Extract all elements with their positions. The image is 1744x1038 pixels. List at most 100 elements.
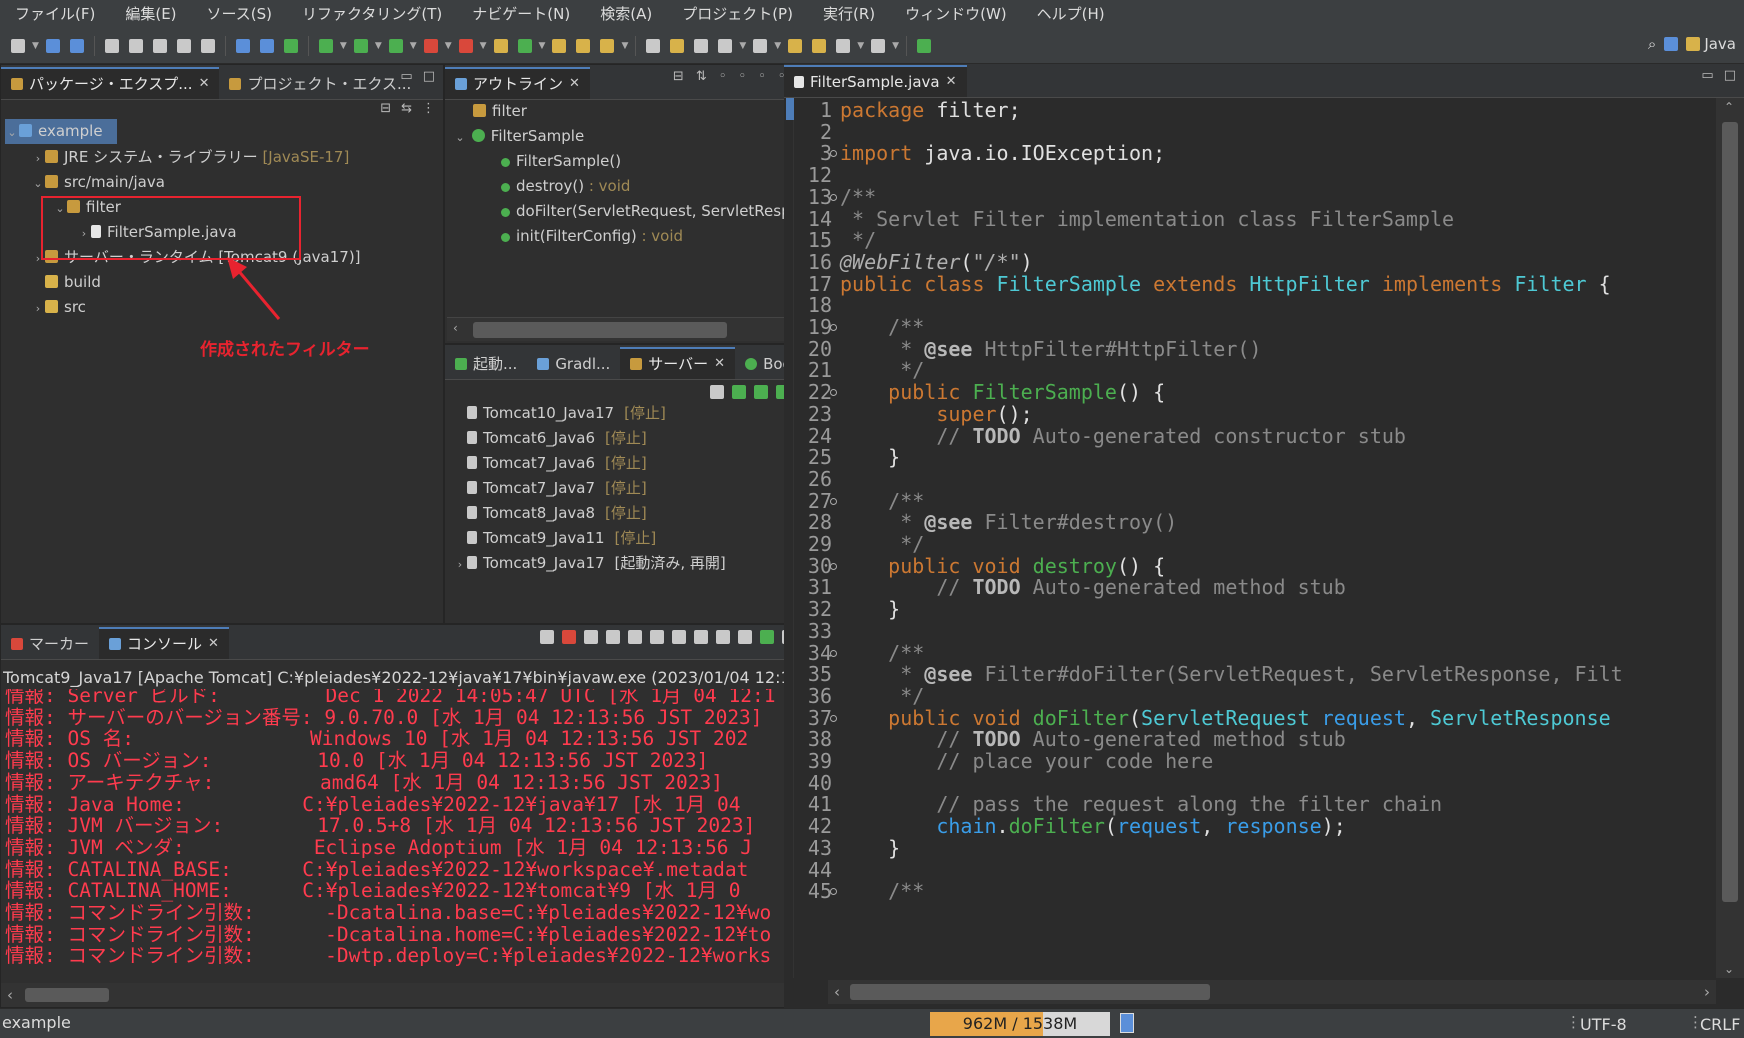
chevron-down-icon[interactable]: ⌄ <box>453 125 467 150</box>
chevron-down-icon[interactable]: ▼ <box>340 41 347 51</box>
pin-console-icon[interactable] <box>738 629 753 644</box>
spring-icon[interactable] <box>283 38 298 53</box>
scroll-lock-icon[interactable] <box>650 629 665 644</box>
menu-item[interactable]: ナビゲート(N) <box>457 0 585 28</box>
new-console-icon[interactable] <box>760 629 775 644</box>
save-icon[interactable] <box>45 38 60 53</box>
chevron-down-icon[interactable]: ▼ <box>410 41 417 51</box>
editor-hscrollbar[interactable]: ‹ › <box>828 980 1716 1004</box>
chevron-down-icon[interactable]: ▼ <box>774 41 781 51</box>
terminate-icon[interactable] <box>562 629 577 644</box>
remove-all-icon[interactable] <box>606 629 621 644</box>
garbage-collect-icon[interactable] <box>1120 1013 1134 1033</box>
tab-launch[interactable]: 起動... <box>445 349 527 379</box>
clear-console-icon[interactable] <box>628 629 643 644</box>
debug-icon[interactable] <box>318 38 333 53</box>
next-annotation-icon[interactable] <box>646 38 661 53</box>
run-icon[interactable] <box>353 38 368 53</box>
tab-servers[interactable]: サーバー ✕ <box>620 347 736 379</box>
block-selection-icon[interactable] <box>694 38 709 53</box>
server-item[interactable]: Tomcat8_Java8 [停止] <box>453 501 647 526</box>
view-menu-icon[interactable]: ⋮ <box>422 101 435 116</box>
link-editor-icon[interactable]: ⇆ <box>401 101 412 116</box>
tab-package-explorer[interactable]: パッケージ・エクスプ... ✕ <box>1 67 220 99</box>
outline-item-package[interactable]: filter <box>473 99 527 124</box>
hide-nonpublic-icon[interactable]: ◦ <box>758 69 766 84</box>
fold-toggle-icon[interactable] <box>830 389 837 397</box>
chevron-down-icon[interactable]: ⌄ <box>1724 962 1734 976</box>
perspective-java-label[interactable]: Java <box>1704 35 1736 53</box>
scroll-thumb[interactable] <box>1722 122 1738 902</box>
menu-item[interactable]: 検索(A) <box>585 0 667 28</box>
chevron-right-icon[interactable]: › <box>31 296 45 321</box>
collapse-all-icon[interactable]: ⊟ <box>380 101 391 116</box>
editor-vscrollbar[interactable]: ⌃ ⌄ <box>1716 98 1744 978</box>
chevron-down-icon[interactable]: ▼ <box>375 41 382 51</box>
outline-item-constructor[interactable]: FilterSample() <box>501 149 621 174</box>
chevron-right-icon[interactable]: › <box>31 146 45 171</box>
menu-item[interactable]: ウィンドウ(W) <box>890 0 1022 28</box>
paragraph-icon[interactable] <box>200 38 215 53</box>
sort-icon[interactable]: ⇅ <box>696 69 707 84</box>
tree-item-jre-library[interactable]: › JRE システム・ライブラリー [JavaSE-17] <box>31 145 350 171</box>
chevron-down-icon[interactable]: ▼ <box>739 41 746 51</box>
start-server-icon[interactable] <box>754 385 768 399</box>
external-tools-icon[interactable] <box>458 38 473 53</box>
chevron-down-icon[interactable]: ▼ <box>445 41 452 51</box>
open-type-icon[interactable] <box>552 38 567 53</box>
maximize-icon[interactable]: □ <box>423 69 435 84</box>
brush-icon[interactable] <box>600 38 615 53</box>
close-icon[interactable]: ✕ <box>946 67 957 97</box>
menu-item[interactable]: ヘルプ(H) <box>1022 0 1120 28</box>
hide-fields-icon[interactable]: ◦ <box>719 69 727 84</box>
edit-icon[interactable] <box>128 38 143 53</box>
new-class-icon[interactable] <box>517 38 532 53</box>
close-icon[interactable]: ✕ <box>714 349 725 379</box>
nav-forward-icon[interactable] <box>871 38 886 53</box>
fold-toggle-icon[interactable] <box>830 497 837 505</box>
settings-icon[interactable] <box>259 38 274 53</box>
server-item[interactable]: Tomcat9_Java11 [停止] <box>453 526 656 551</box>
tree-item-src-main-java[interactable]: ⌄ src/main/java <box>31 170 165 195</box>
collapse-all-icon[interactable]: ⊟ <box>673 69 684 84</box>
chevron-down-icon[interactable]: ⌄ <box>5 120 19 145</box>
fold-toggle-icon[interactable] <box>830 714 837 722</box>
tab-project-explorer[interactable]: プロジェクト・エクス... <box>219 69 421 99</box>
copy-icon[interactable] <box>152 38 167 53</box>
outline-item-init[interactable]: init(FilterConfig) : void <box>501 224 683 249</box>
chevron-down-icon[interactable]: ▼ <box>621 41 628 51</box>
fold-toggle-icon[interactable] <box>830 324 837 331</box>
chevron-down-icon[interactable]: ▼ <box>480 41 487 51</box>
fold-toggle-icon[interactable] <box>830 888 837 896</box>
chevron-right-icon[interactable]: › <box>453 552 467 577</box>
word-wrap-icon[interactable] <box>672 629 687 644</box>
scroll-thumb[interactable] <box>850 984 1210 1000</box>
save-all-icon[interactable] <box>69 38 84 53</box>
format-icon[interactable] <box>176 38 191 53</box>
close-icon[interactable]: ✕ <box>208 629 219 659</box>
tab-console[interactable]: コンソール ✕ <box>99 627 229 659</box>
menu-item[interactable]: 実行(R) <box>808 0 890 28</box>
server-item[interactable]: Tomcat6_Java6 [停止] <box>453 426 647 451</box>
tab-markers[interactable]: マーカー <box>1 629 99 659</box>
tab-filtersample-java[interactable]: FilterSample.java ✕ <box>784 65 967 97</box>
tree-item-build[interactable]: build <box>31 270 101 295</box>
chevron-right-icon[interactable]: › <box>1704 983 1710 1001</box>
chevron-down-icon[interactable]: ▼ <box>857 41 864 51</box>
maximize-icon[interactable]: □ <box>1724 68 1736 83</box>
server-item[interactable]: Tomcat10_Java17 [停止] <box>453 401 666 426</box>
menu-item[interactable]: 編集(E) <box>110 0 191 28</box>
heap-status[interactable]: 962M / 1538M <box>930 1012 1110 1036</box>
terminal-icon[interactable] <box>235 38 250 53</box>
tab-outline[interactable]: アウトライン ✕ <box>445 67 590 99</box>
collapse-icon[interactable] <box>710 385 724 399</box>
fold-toggle-icon[interactable] <box>830 649 837 657</box>
open-perspective-icon[interactable] <box>1664 37 1679 51</box>
server-item[interactable]: Tomcat7_Java6 [停止] <box>453 451 647 476</box>
chevron-down-icon[interactable]: ▼ <box>539 41 546 51</box>
minimize-icon[interactable]: ▭ <box>400 69 412 84</box>
show-whitespace-icon[interactable] <box>718 38 733 53</box>
fold-toggle-icon[interactable] <box>830 150 837 158</box>
chevron-up-icon[interactable]: ⌃ <box>1724 100 1734 114</box>
minimize-icon[interactable]: ▭ <box>1701 68 1713 83</box>
